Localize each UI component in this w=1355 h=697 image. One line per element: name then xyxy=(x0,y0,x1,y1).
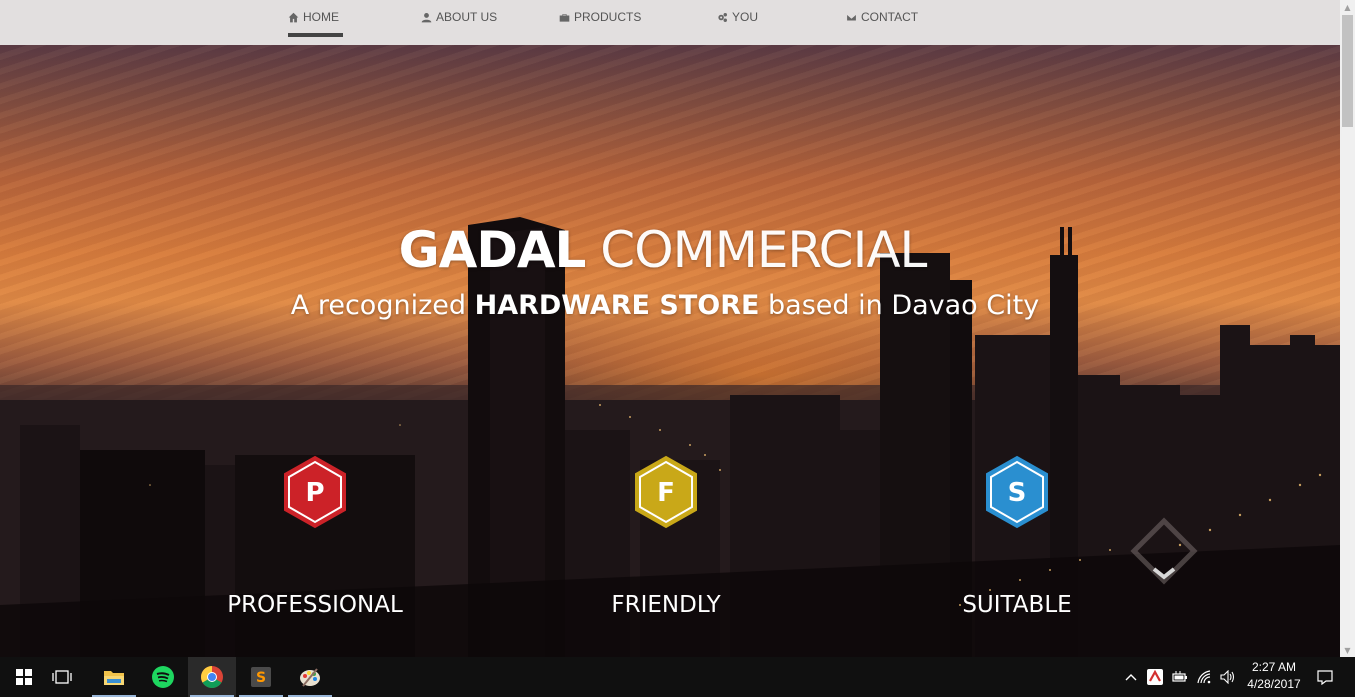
windows-taskbar: S 2:27 AM 4/28/2017 xyxy=(0,657,1355,697)
folder-icon xyxy=(104,671,124,685)
wifi-icon xyxy=(1197,670,1211,684)
hexagon-s-icon: S xyxy=(986,455,1048,529)
scroll-down-arrow-icon[interactable]: ▼ xyxy=(1340,643,1355,657)
nav-contact-label: CONTACT xyxy=(861,10,919,24)
hero-subtitle-bold: HARDWARE STORE xyxy=(474,290,760,321)
nav-about-us-label: ABOUT US xyxy=(436,10,498,24)
briefcase-icon xyxy=(559,13,570,22)
tray-volume[interactable] xyxy=(1217,657,1239,697)
speaker-icon xyxy=(1220,670,1235,684)
hexagon-p-letter: P xyxy=(305,478,324,508)
envelope-icon xyxy=(846,13,857,21)
tray-wifi[interactable] xyxy=(1194,657,1216,697)
hero-section: GADAL COMMERCIAL A recognized HARDWARE S… xyxy=(0,45,1340,657)
paint-palette-icon xyxy=(300,668,320,687)
nav-products-label: PRODUCTS xyxy=(574,10,642,24)
spotify-icon xyxy=(152,666,174,688)
nav-you-label: YOU xyxy=(732,10,759,24)
antivirus-icon xyxy=(1147,669,1163,685)
scroll-up-arrow-icon[interactable]: ▲ xyxy=(1340,0,1355,14)
action-center-button[interactable] xyxy=(1312,657,1338,697)
hexagon-f-letter: F xyxy=(657,478,675,508)
nav-home[interactable]: HOME xyxy=(288,7,339,27)
tray-battery[interactable] xyxy=(1169,657,1191,697)
hero-title-light: COMMERCIAL xyxy=(600,221,927,279)
tray-antivirus[interactable] xyxy=(1144,657,1166,697)
hexagon-s-letter: S xyxy=(1008,478,1027,508)
nav-about-us[interactable]: ABOUT US xyxy=(421,7,497,27)
show-hidden-icons-button[interactable] xyxy=(1120,657,1142,697)
task-view-icon xyxy=(52,670,72,684)
hero-subtitle: A recognized HARDWARE STORE based in Dav… xyxy=(0,290,1330,321)
scrollbar-thumb[interactable] xyxy=(1342,15,1353,127)
hero-title: GADAL COMMERCIAL xyxy=(0,221,1325,279)
svg-text:S: S xyxy=(256,670,266,686)
battery-icon xyxy=(1172,671,1187,682)
nav-products[interactable]: PRODUCTS xyxy=(559,7,641,27)
taskbar-paint[interactable] xyxy=(286,657,334,697)
taskbar-file-explorer[interactable] xyxy=(90,657,138,697)
taskbar-sublime-text[interactable]: S xyxy=(237,657,285,697)
feature-friendly: F FRIENDLY xyxy=(566,455,766,618)
windows-logo-icon xyxy=(16,669,32,685)
feature-suitable-label: SUITABLE xyxy=(962,592,1072,618)
task-view-button[interactable] xyxy=(38,657,86,697)
feature-professional-label: PROFESSIONAL xyxy=(227,592,403,618)
taskbar-spotify[interactable] xyxy=(139,657,187,697)
clock-time: 2:27 AM xyxy=(1251,660,1297,674)
chrome-icon xyxy=(201,666,223,688)
clock-date: 4/28/2017 xyxy=(1247,677,1301,691)
hero-title-bold: GADAL xyxy=(398,221,587,279)
hexagon-f-icon: F xyxy=(635,455,697,529)
feature-suitable: S SUITABLE xyxy=(917,455,1117,618)
feature-professional: P PROFESSIONAL xyxy=(215,455,415,618)
active-nav-indicator xyxy=(288,33,343,37)
system-clock[interactable]: 2:27 AM 4/28/2017 xyxy=(1240,659,1308,695)
user-icon xyxy=(421,12,432,22)
hexagon-p-icon: P xyxy=(284,455,346,529)
top-navbar: HOME ABOUT US PRODUCTS YOU CONTACT xyxy=(0,0,1340,45)
nav-home-label: HOME xyxy=(303,10,339,24)
hero-subtitle-post: based in Davao City xyxy=(768,290,1040,321)
chevron-up-icon xyxy=(1125,674,1137,681)
feature-friendly-label: FRIENDLY xyxy=(611,592,721,618)
nav-you[interactable]: YOU xyxy=(717,7,758,27)
notification-icon xyxy=(1317,669,1333,685)
taskbar-chrome[interactable] xyxy=(188,657,236,697)
gears-icon xyxy=(718,12,727,22)
home-icon xyxy=(288,12,299,22)
nav-contact[interactable]: CONTACT xyxy=(846,7,918,27)
sublime-text-icon: S xyxy=(251,667,271,687)
hero-subtitle-pre: A recognized xyxy=(290,290,466,321)
scroll-down-icon[interactable] xyxy=(1130,517,1198,587)
